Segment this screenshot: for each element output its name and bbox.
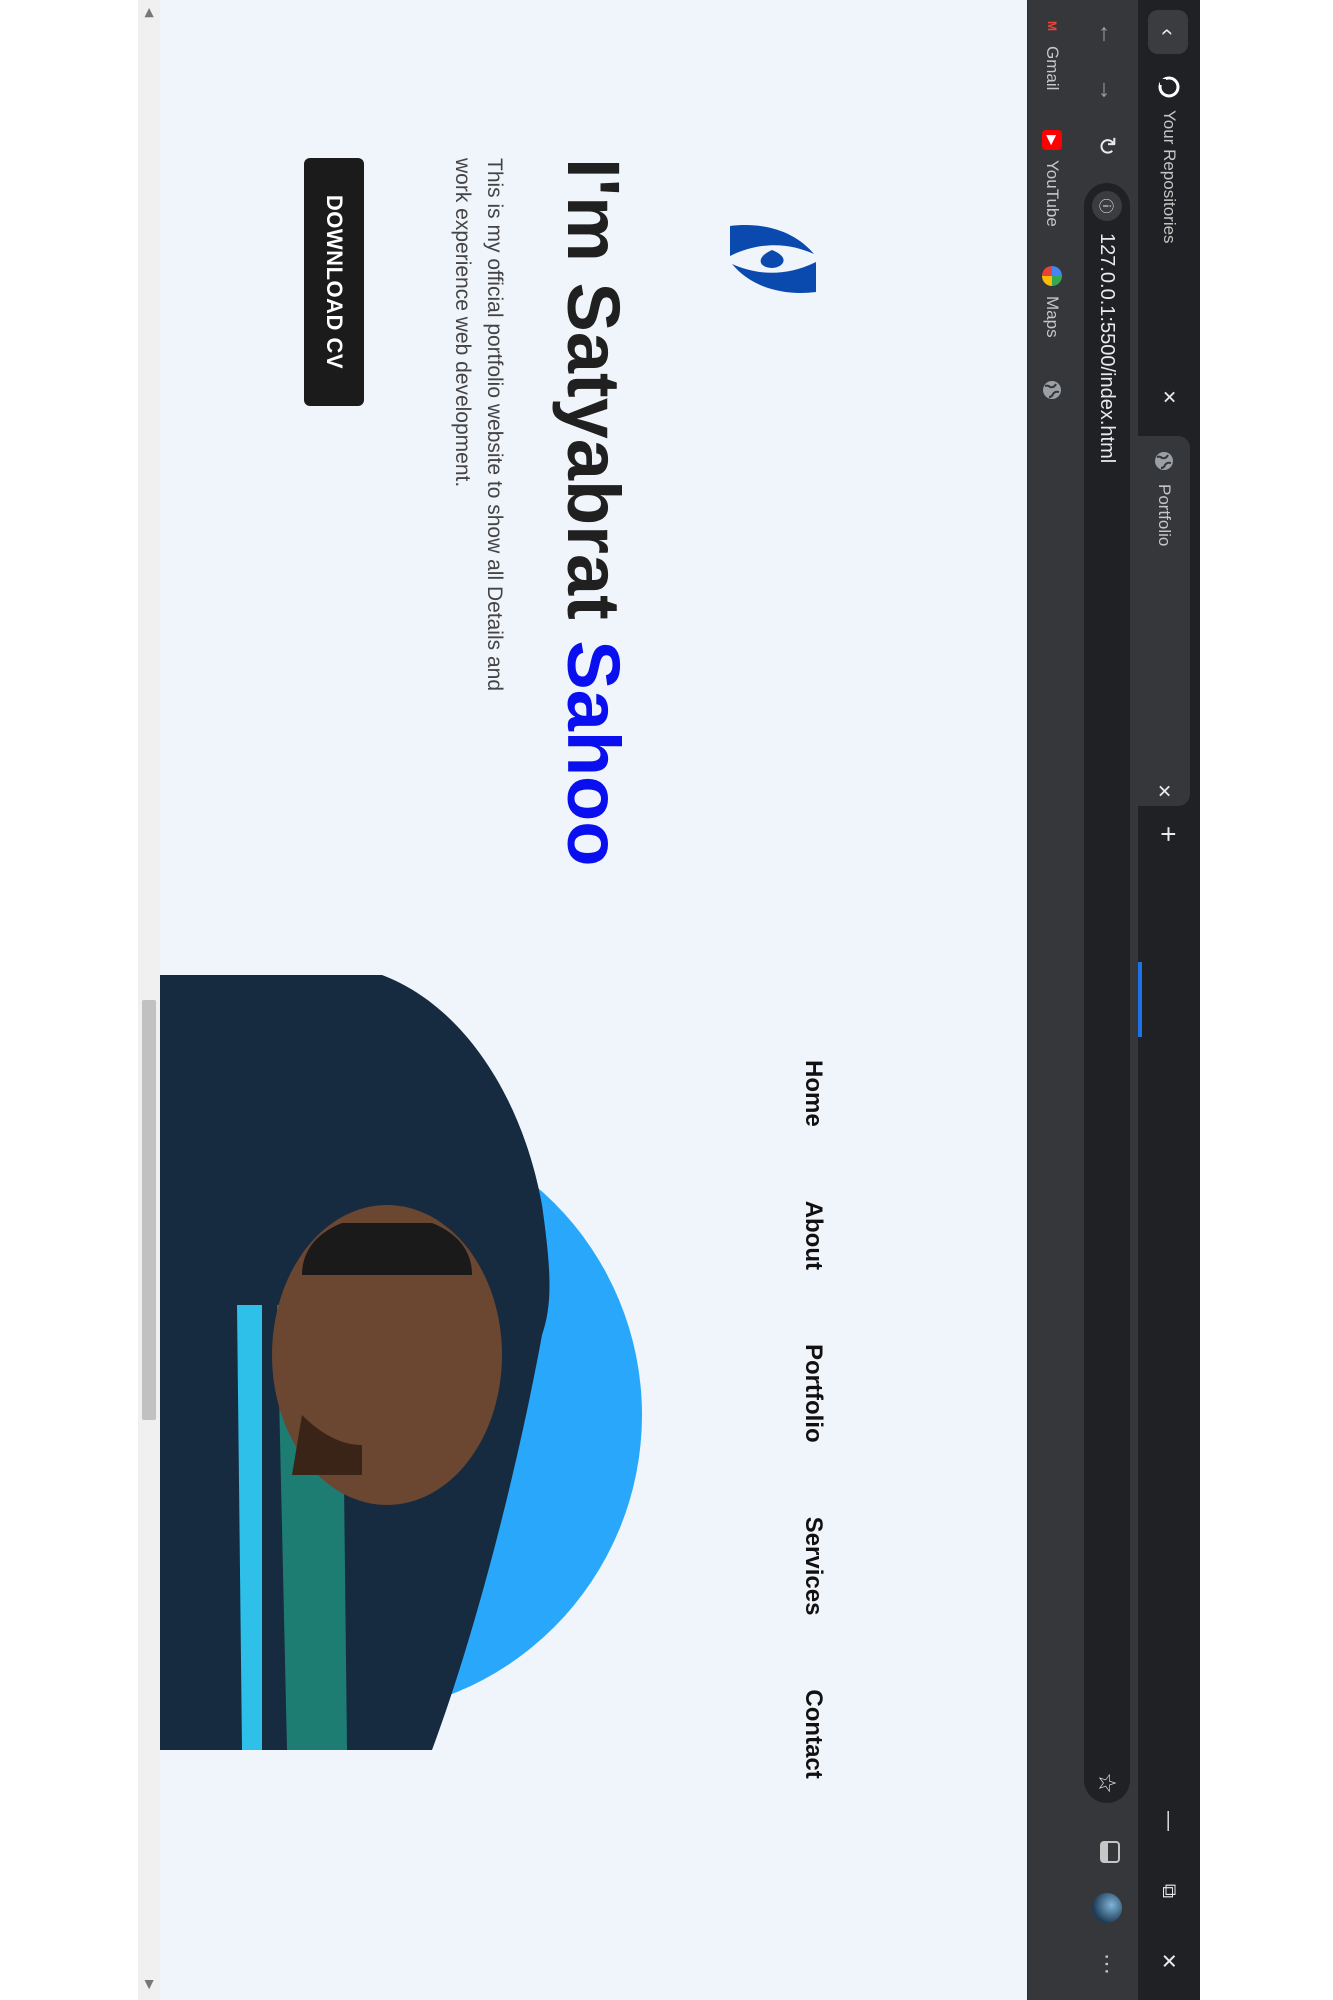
scroll-right-arrow[interactable]: ▶ [143, 1980, 157, 1989]
maps-icon [1042, 266, 1062, 286]
new-tab-button[interactable]: + [1148, 815, 1186, 853]
plus-icon: + [1153, 825, 1184, 843]
bookmark-gmail[interactable]: M Gmail [1038, 16, 1066, 90]
arrow-left-icon: ← [1094, 22, 1121, 46]
close-icon[interactable]: ✕ [1154, 776, 1175, 806]
side-panel-icon [1094, 1841, 1120, 1863]
tab-strip: ‹ Your Repositories ✕ Portfolio ✕ + — ⧉ … [1138, 0, 1200, 2000]
close-icon[interactable]: ✕ [1159, 382, 1180, 412]
close-window-button[interactable]: ✕ [1138, 1926, 1200, 1996]
reload-icon: ↻ [1093, 135, 1121, 157]
address-bar[interactable]: ⓘ 127.0.0.1:5500/index.html ☆ [1084, 183, 1130, 1803]
bookmark-label: Maps [1043, 296, 1062, 338]
more-icon: ⋯ [1095, 1953, 1120, 1975]
site-info-icon[interactable]: ⓘ [1092, 191, 1122, 221]
profile-photo [138, 975, 902, 1750]
chevron-left-icon: ‹ [1156, 28, 1181, 36]
globe-icon [1042, 380, 1062, 400]
scroll-left-arrow[interactable]: ◀ [143, 8, 157, 17]
star-icon[interactable]: ☆ [1093, 1763, 1122, 1803]
gmail-icon: M [1045, 21, 1059, 31]
tab-portfolio[interactable]: Portfolio ✕ [1138, 436, 1190, 806]
youtube-icon: ▶ [1042, 130, 1062, 150]
restore-icon: ⧉ [1158, 1883, 1181, 1899]
github-icon [1158, 76, 1180, 98]
bookmark-label: YouTube [1043, 160, 1062, 227]
minimize-button[interactable]: — [1138, 1786, 1200, 1856]
profile-button[interactable] [1086, 1886, 1128, 1930]
bookmark-globe[interactable] [1038, 380, 1066, 410]
restore-button[interactable]: ⧉ [1138, 1856, 1200, 1926]
bookmark-label: Gmail [1043, 46, 1062, 91]
tab-your-repositories[interactable]: Your Repositories ✕ [1146, 62, 1192, 412]
tab-search-button[interactable]: ‹ [1148, 10, 1188, 54]
forward-button[interactable]: → [1086, 68, 1128, 112]
browser-window: ‹ Your Repositories ✕ Portfolio ✕ + — ⧉ … [138, 0, 1200, 2000]
menu-button[interactable]: ⋯ [1086, 1942, 1128, 1986]
minimize-icon: — [1158, 1811, 1181, 1831]
hero-name: I'm Satyabrat [552, 158, 635, 620]
tab-title: Your Repositories [1160, 110, 1179, 244]
reload-button[interactable]: ↻ [1086, 124, 1128, 168]
horizontal-scrollbar[interactable]: ◀ ▶ [138, 0, 160, 2000]
avatar [1092, 1893, 1122, 1923]
bookmarks-bar: M Gmail ▶ YouTube Maps [1027, 0, 1076, 2000]
back-button[interactable]: ← [1086, 12, 1128, 56]
bookmark-maps[interactable]: Maps [1038, 266, 1066, 338]
url-text: 127.0.0.1:5500/index.html [1096, 233, 1119, 464]
arrow-right-icon: → [1094, 78, 1121, 102]
globe-icon [1153, 450, 1175, 472]
scroll-thumb[interactable] [142, 1000, 156, 1420]
bookmark-youtube[interactable]: ▶ YouTube [1038, 130, 1066, 227]
site-logo[interactable] [724, 220, 822, 298]
download-cv-button[interactable]: DOWNLOAD CV [304, 158, 364, 406]
tab-title: Portfolio [1155, 484, 1174, 547]
active-indicator [1138, 962, 1142, 1037]
close-icon: ✕ [1157, 1952, 1180, 1970]
side-panel-button[interactable] [1086, 1830, 1128, 1874]
hero-description: This is my official portfolio website to… [451, 158, 506, 692]
hero-title: I'm Satyabrat Sahoo [552, 158, 635, 866]
toolbar: ← → ↻ ⓘ 127.0.0.1:5500/index.html ☆ ⋯ [1076, 0, 1138, 2000]
rotated-screenshot: ‹ Your Repositories ✕ Portfolio ✕ + — ⧉ … [138, 0, 1200, 2000]
hero-surname: Sahoo [552, 640, 635, 867]
